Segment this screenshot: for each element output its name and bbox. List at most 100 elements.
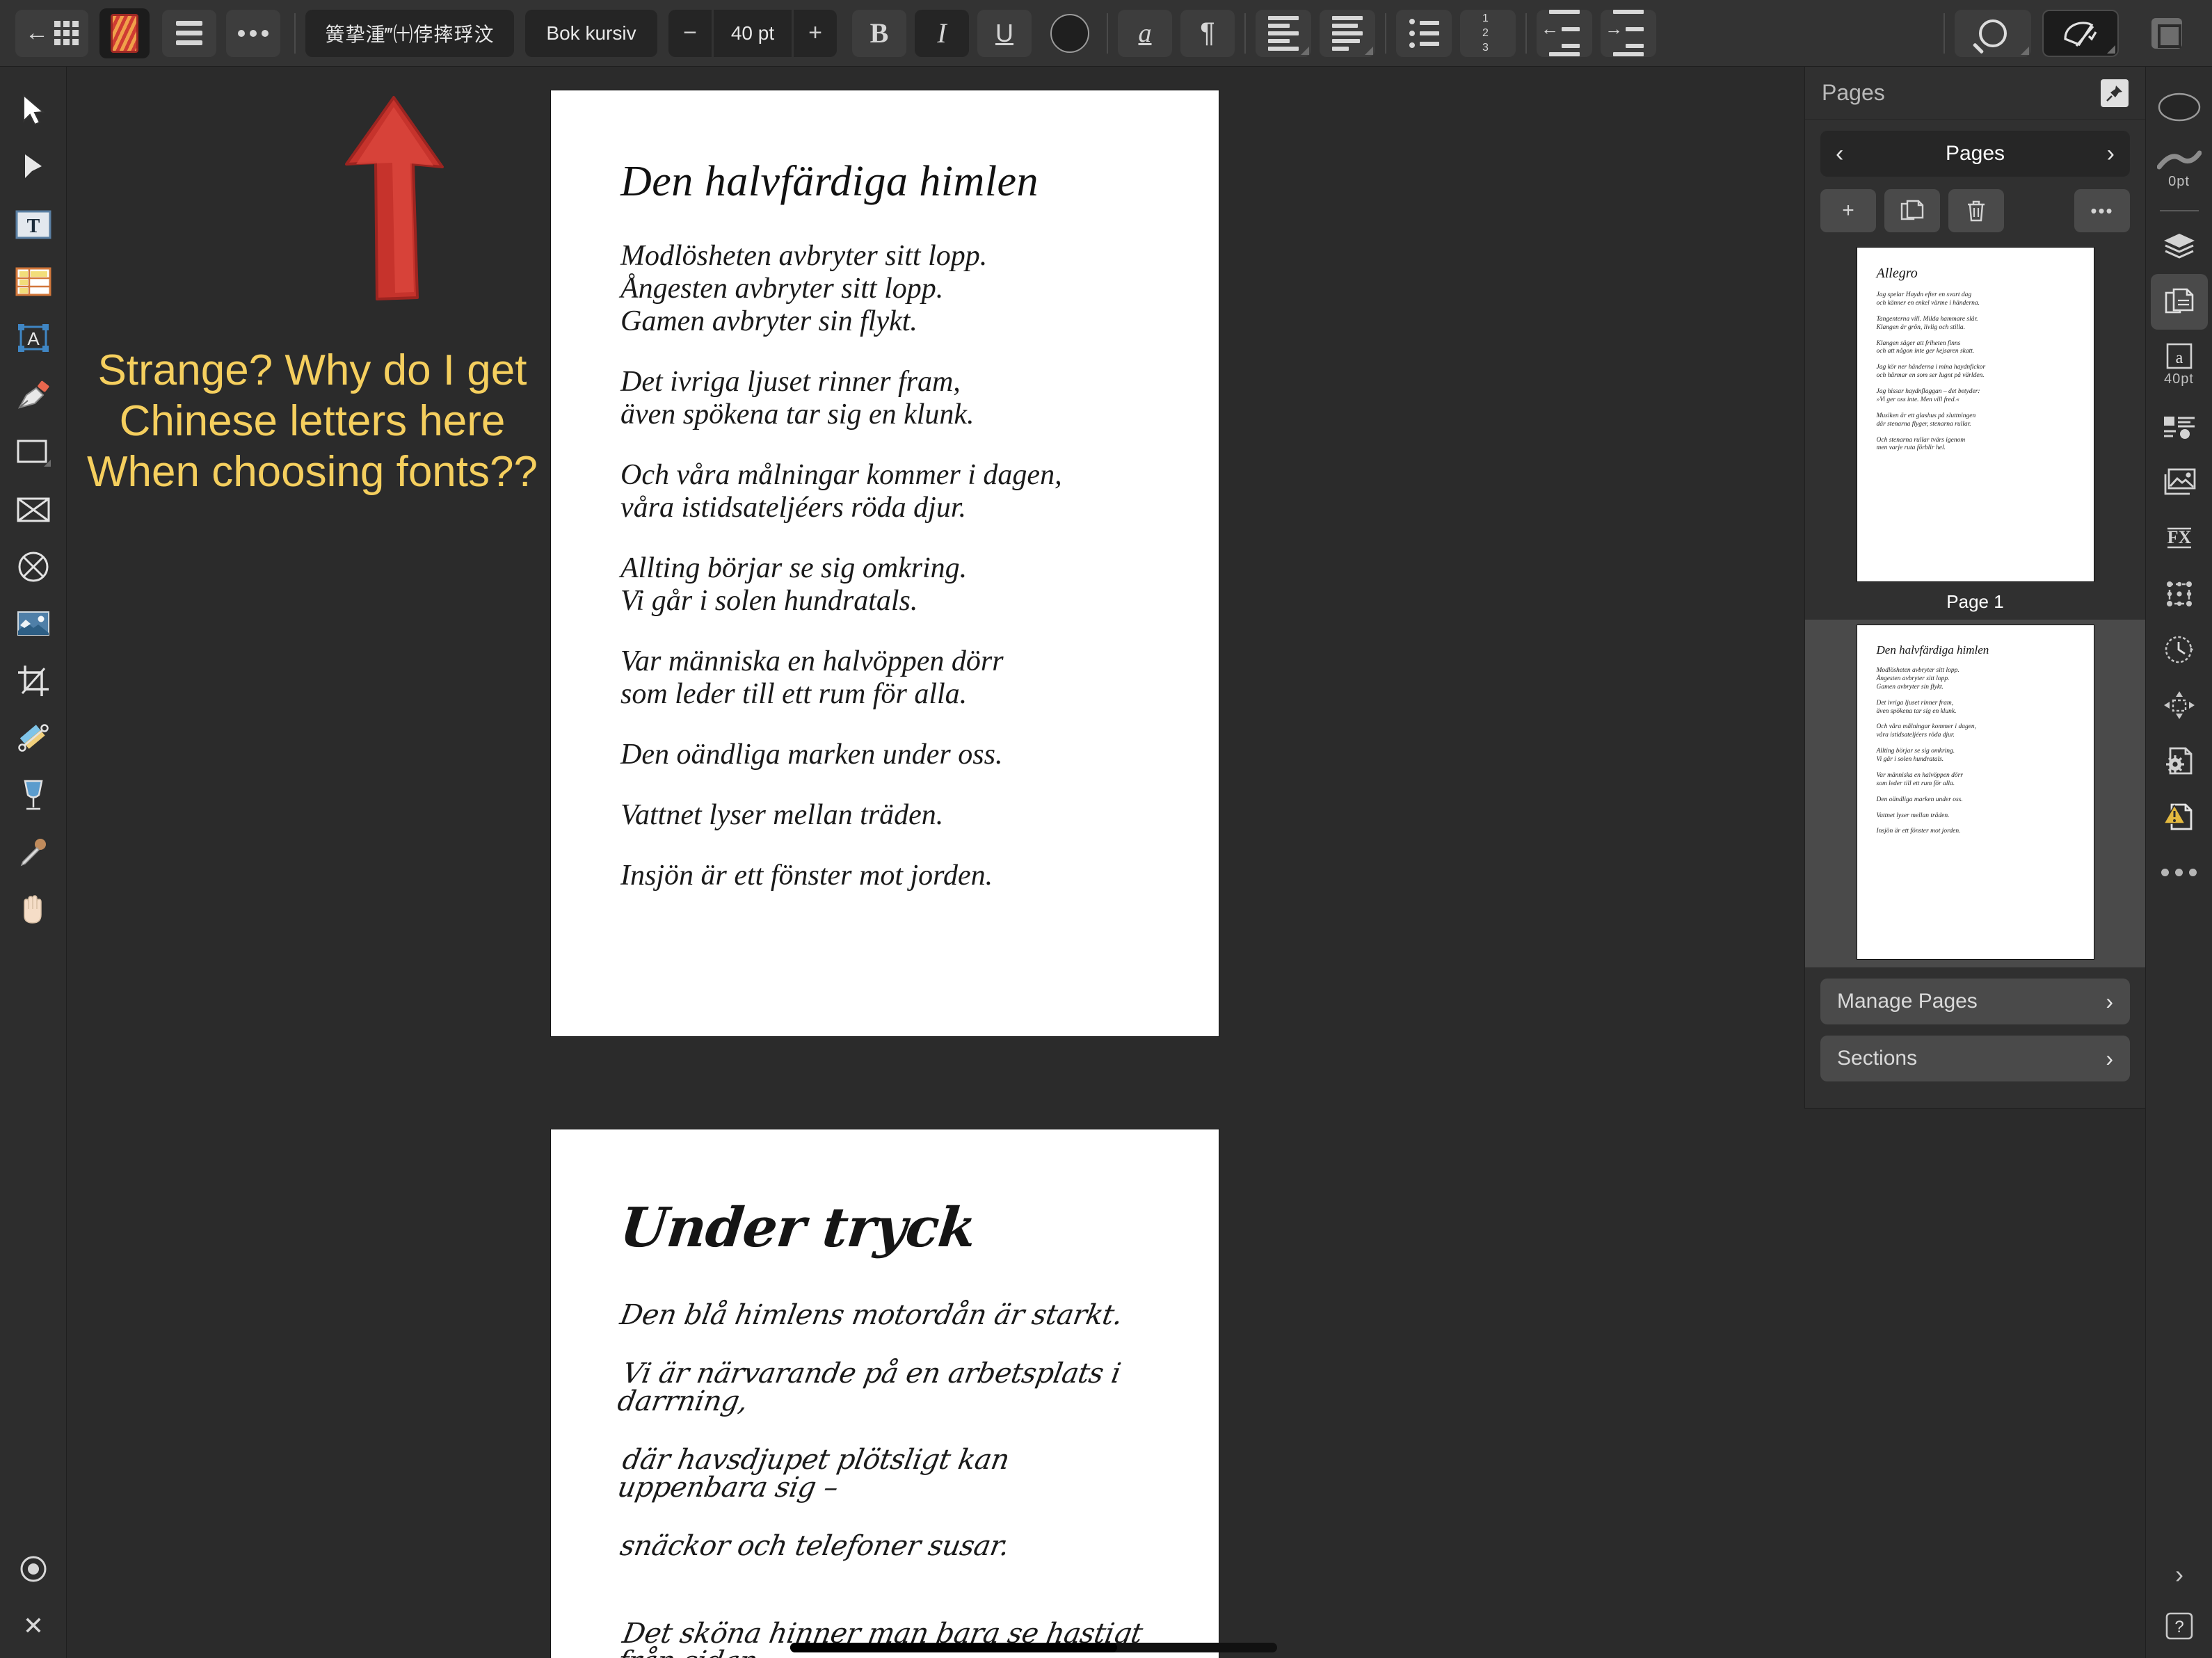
sidebar-item-view-tool[interactable] (6, 880, 61, 937)
page-2-title: Under tryck (617, 1196, 979, 1259)
pages-panel-title: Pages (1822, 80, 1885, 105)
sidebar-item-fill-swatch[interactable] (2151, 79, 2208, 135)
close-tool-button[interactable]: ✕ (6, 1607, 61, 1645)
next-panel-button[interactable]: › (2151, 1555, 2208, 1594)
sidebar-item-text-frame-tool[interactable]: T (6, 196, 61, 253)
sidebar-item-pages-panel[interactable] (2150, 274, 2208, 330)
pages-action-buttons: + ••• (1820, 189, 2130, 232)
align-justify-button[interactable] (1320, 9, 1375, 57)
decrease-indent-button[interactable]: ← (1537, 9, 1592, 57)
font-size-input[interactable]: 40 pt (714, 9, 792, 57)
sidebar-item-move-tool[interactable] (6, 82, 61, 139)
tools-sidebar-bottom: ✕ (0, 1550, 67, 1645)
sidebar-item-transform-panel[interactable] (2151, 566, 2208, 622)
page-thumbnail-item[interactable]: Allegro Jag spelar Haydn efter en svart … (1805, 248, 2145, 620)
sidebar-item-node-tool[interactable] (6, 139, 61, 196)
menu-button[interactable] (162, 9, 216, 57)
sidebar-item-more-panels[interactable] (2151, 844, 2208, 900)
font-style-input[interactable]: Bok kursiv (525, 9, 657, 57)
character-panel-button[interactable]: a (1118, 9, 1172, 57)
sidebar-item-layers-panel[interactable] (2151, 218, 2208, 274)
pages-nav-row: ‹ Pages › (1820, 131, 2130, 177)
sidebar-item-preflight-panel[interactable] (2151, 789, 2208, 844)
expand-panel-button[interactable] (2140, 10, 2194, 57)
page-1-stanza: Och våra målningar kommer i dagen, våra … (620, 459, 1062, 524)
sidebar-item-align-panel[interactable] (2151, 677, 2208, 733)
scrollbar-thumb[interactable] (790, 1643, 1117, 1652)
pages-more-button[interactable]: ••• (2074, 189, 2130, 232)
font-family-input[interactable]: 簧挚湩‴㈩侼摔琈汶 (305, 9, 514, 57)
sidebar-item-transparency-tool[interactable] (6, 766, 61, 823)
numbered-list-button[interactable]: 1 2 3 (1460, 9, 1516, 57)
pages-next-button[interactable]: › (2107, 140, 2115, 168)
toolbar-divider (294, 13, 296, 54)
horizontal-scrollbar[interactable] (790, 1643, 1277, 1652)
sidebar-item-crop-tool[interactable] (6, 652, 61, 709)
bold-button[interactable]: B (852, 9, 906, 57)
images-icon (2164, 468, 2195, 495)
sidebar-item-table-tool[interactable] (6, 253, 61, 310)
back-to-documents-button[interactable]: ← (15, 9, 88, 57)
sidebar-item-pen-tool[interactable] (6, 367, 61, 424)
underline-button[interactable]: U (977, 9, 1032, 57)
pages-panel-footer: Manage Pages › Sections › (1805, 967, 2145, 1108)
sidebar-item-stroke-swatch[interactable]: 0pt (2151, 135, 2208, 203)
sidebar-item-vector-crop-tool[interactable] (6, 538, 61, 595)
vector-crop-icon (18, 552, 48, 582)
gradient-icon (17, 724, 49, 752)
pen-icon (17, 380, 49, 409)
red-up-arrow-annotation (326, 89, 465, 322)
page-1-stanza: Vattnet lyser mellan träden. (620, 799, 944, 832)
sidebar-item-picture-frame-tool[interactable] (6, 481, 61, 538)
thumbnail-2-line: Allting börjar se sig omkring. Vi går i … (1876, 748, 1955, 763)
page-thumbnail-item[interactable]: Den halvfärdiga himlen Modlösheten avbry… (1805, 620, 2145, 967)
app-logo[interactable] (99, 8, 150, 58)
thumbnail-2-title: Den halvfärdiga himlen (1876, 643, 1989, 657)
view-quality-button[interactable] (2042, 9, 2119, 57)
sidebar-item-assets-panel[interactable] (2151, 455, 2208, 510)
delete-page-button[interactable] (1948, 189, 2004, 232)
bullet-list-button[interactable] (1396, 9, 1452, 57)
add-page-button[interactable]: + (1820, 189, 1876, 232)
help-panel-button[interactable]: ? (2151, 1607, 2208, 1645)
sidebar-item-effects-panel[interactable]: FX (2151, 510, 2208, 566)
crop-icon (17, 666, 49, 696)
document-page-2[interactable]: Under tryck Den blå himlens motordån är … (551, 1129, 1219, 1658)
manage-pages-button[interactable]: Manage Pages › (1820, 979, 2130, 1024)
panels-sidebar-bottom: › ? (2146, 1555, 2212, 1645)
text-color-button[interactable] (1043, 10, 1097, 57)
font-size-decrease-button[interactable]: − (668, 9, 712, 57)
back-arrow-icon: ← (25, 19, 49, 46)
sidebar-item-character-panel[interactable]: a 40pt (2151, 330, 2208, 399)
sidebar-item-artistic-text-tool[interactable]: A (6, 310, 61, 367)
duplicate-page-button[interactable] (1884, 189, 1940, 232)
document-canvas[interactable]: Strange? Why do I get Chinese letters he… (67, 67, 1795, 1658)
indent-icon: → (1605, 10, 1644, 56)
pages-panel-header: Pages (1805, 67, 2145, 120)
zoom-tool-button[interactable] (1955, 9, 2031, 57)
italic-button[interactable]: I (915, 9, 969, 57)
page-thumbnail-2[interactable]: Den halvfärdiga himlen Modlösheten avbry… (1857, 625, 2094, 959)
pages-prev-button[interactable]: ‹ (1836, 140, 1843, 168)
pages-thumbnail-list[interactable]: Allegro Jag spelar Haydn efter en svart … (1805, 248, 2145, 967)
record-macro-button[interactable] (6, 1550, 61, 1588)
sidebar-item-place-image-tool[interactable] (6, 595, 61, 652)
font-size-increase-button[interactable]: + (794, 9, 837, 57)
document-page-1[interactable]: Den halvfärdiga himlen Modlösheten avbry… (551, 90, 1219, 1036)
top-toolbar: ← 簧挚湩‴㈩侼摔琈汶 Bok kursiv − 40 pt + B I U a… (0, 0, 2212, 67)
hand-icon (23, 895, 42, 924)
sidebar-item-text-styles-panel[interactable] (2151, 399, 2208, 455)
more-options-button[interactable] (226, 9, 280, 57)
page-thumbnail-1[interactable]: Allegro Jag spelar Haydn efter en svart … (1857, 248, 2094, 581)
sidebar-item-fill-tool[interactable] (6, 709, 61, 766)
sidebar-item-color-picker-tool[interactable] (6, 823, 61, 880)
sidebar-item-rectangle-tool[interactable] (6, 424, 61, 481)
increase-indent-button[interactable]: → (1601, 9, 1656, 57)
align-left-button[interactable] (1256, 9, 1311, 57)
sections-button[interactable]: Sections › (1820, 1036, 2130, 1081)
pin-panel-button[interactable] (2101, 79, 2129, 107)
paragraph-panel-button[interactable]: ¶ (1180, 9, 1235, 57)
sidebar-item-document-setup[interactable] (2151, 733, 2208, 789)
toolbar-divider-5 (1525, 13, 1527, 54)
sidebar-item-history-panel[interactable] (2151, 622, 2208, 677)
